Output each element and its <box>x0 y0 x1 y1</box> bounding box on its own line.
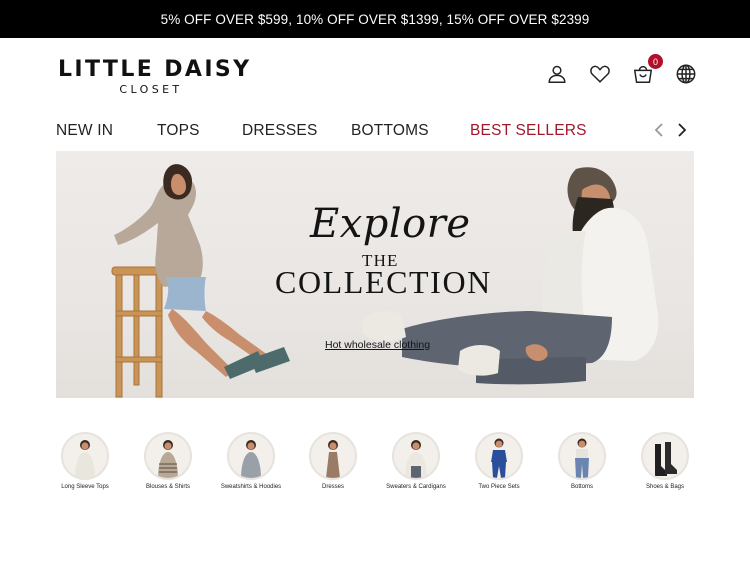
category-label: Bottoms <box>570 484 593 490</box>
category-two-piece-sets[interactable]: Two Piece Sets <box>467 432 531 490</box>
category-sweaters-cardigans[interactable]: Sweaters & Cardigans <box>384 432 448 490</box>
main-nav: NEW IN TOPS DRESSES BOTTOMS BEST SELLERS <box>56 116 696 146</box>
category-blouses-shirts[interactable]: Blouses & Shirts <box>136 432 200 490</box>
category-label: Sweaters & Cardigans <box>386 484 446 490</box>
brand-name: LITTLE DAISY <box>58 57 252 82</box>
category-label: Dresses <box>321 484 344 490</box>
cart-icon[interactable]: 0 <box>631 54 663 86</box>
category-thumbnail <box>309 432 357 480</box>
category-thumbnail <box>144 432 192 480</box>
nav-best-sellers[interactable]: BEST SELLERS <box>470 122 587 140</box>
nav-tops[interactable]: TOPS <box>157 122 200 140</box>
header: LITTLE DAISY CLOSET 0 <box>0 38 750 110</box>
category-shoes-bags[interactable]: Shoes & Bags <box>633 432 697 490</box>
category-thumbnail <box>61 432 109 480</box>
category-thumbnail <box>227 432 275 480</box>
hero-title-script: Explore <box>310 201 471 247</box>
category-label: Shoes & Bags <box>645 484 685 490</box>
brand-logo[interactable]: LITTLE DAISY CLOSET <box>58 57 252 97</box>
nav-bottoms[interactable]: BOTTOMS <box>351 122 429 140</box>
category-thumbnail <box>641 432 689 480</box>
promo-bar: 5% OFF OVER $599, 10% OFF OVER $1399, 15… <box>0 0 750 38</box>
category-dresses[interactable]: Dresses <box>301 432 365 490</box>
category-label: Long Sleeve Tops <box>61 484 109 490</box>
brand-sub: CLOSET <box>119 83 183 96</box>
header-icons: 0 <box>545 54 698 86</box>
category-label: Blouses & Shirts <box>145 484 191 490</box>
category-label: Two Piece Sets <box>478 484 520 490</box>
promo-text: 5% OFF OVER $599, 10% OFF OVER $1399, 15… <box>160 11 590 27</box>
account-icon[interactable] <box>545 62 569 86</box>
category-thumbnail <box>558 432 606 480</box>
category-thumbnail <box>475 432 523 480</box>
hero-banner[interactable]: Explore THE COLLECTION Hot wholesale clo… <box>56 151 694 398</box>
nav-dresses[interactable]: DRESSES <box>242 122 317 140</box>
category-label: Sweatshirts & Hoodies <box>220 484 282 490</box>
hero-link[interactable]: Hot wholesale clothing <box>325 339 430 351</box>
wishlist-icon[interactable] <box>588 62 612 86</box>
nav-prev-arrow-icon[interactable] <box>650 120 668 140</box>
nav-new-in[interactable]: NEW IN <box>56 122 113 140</box>
nav-next-arrow-icon[interactable] <box>673 120 691 140</box>
category-strip: Long Sleeve Tops Blouses & Shirts Sweats… <box>56 432 696 502</box>
hero-title-big: COLLECTION <box>275 264 492 300</box>
language-icon[interactable] <box>674 62 698 86</box>
cart-badge: 0 <box>648 54 663 69</box>
category-long-sleeve-tops[interactable]: Long Sleeve Tops <box>53 432 117 490</box>
category-sweatshirts-hoodies[interactable]: Sweatshirts & Hoodies <box>219 432 283 490</box>
category-bottoms[interactable]: Bottoms <box>550 432 614 490</box>
category-thumbnail <box>392 432 440 480</box>
